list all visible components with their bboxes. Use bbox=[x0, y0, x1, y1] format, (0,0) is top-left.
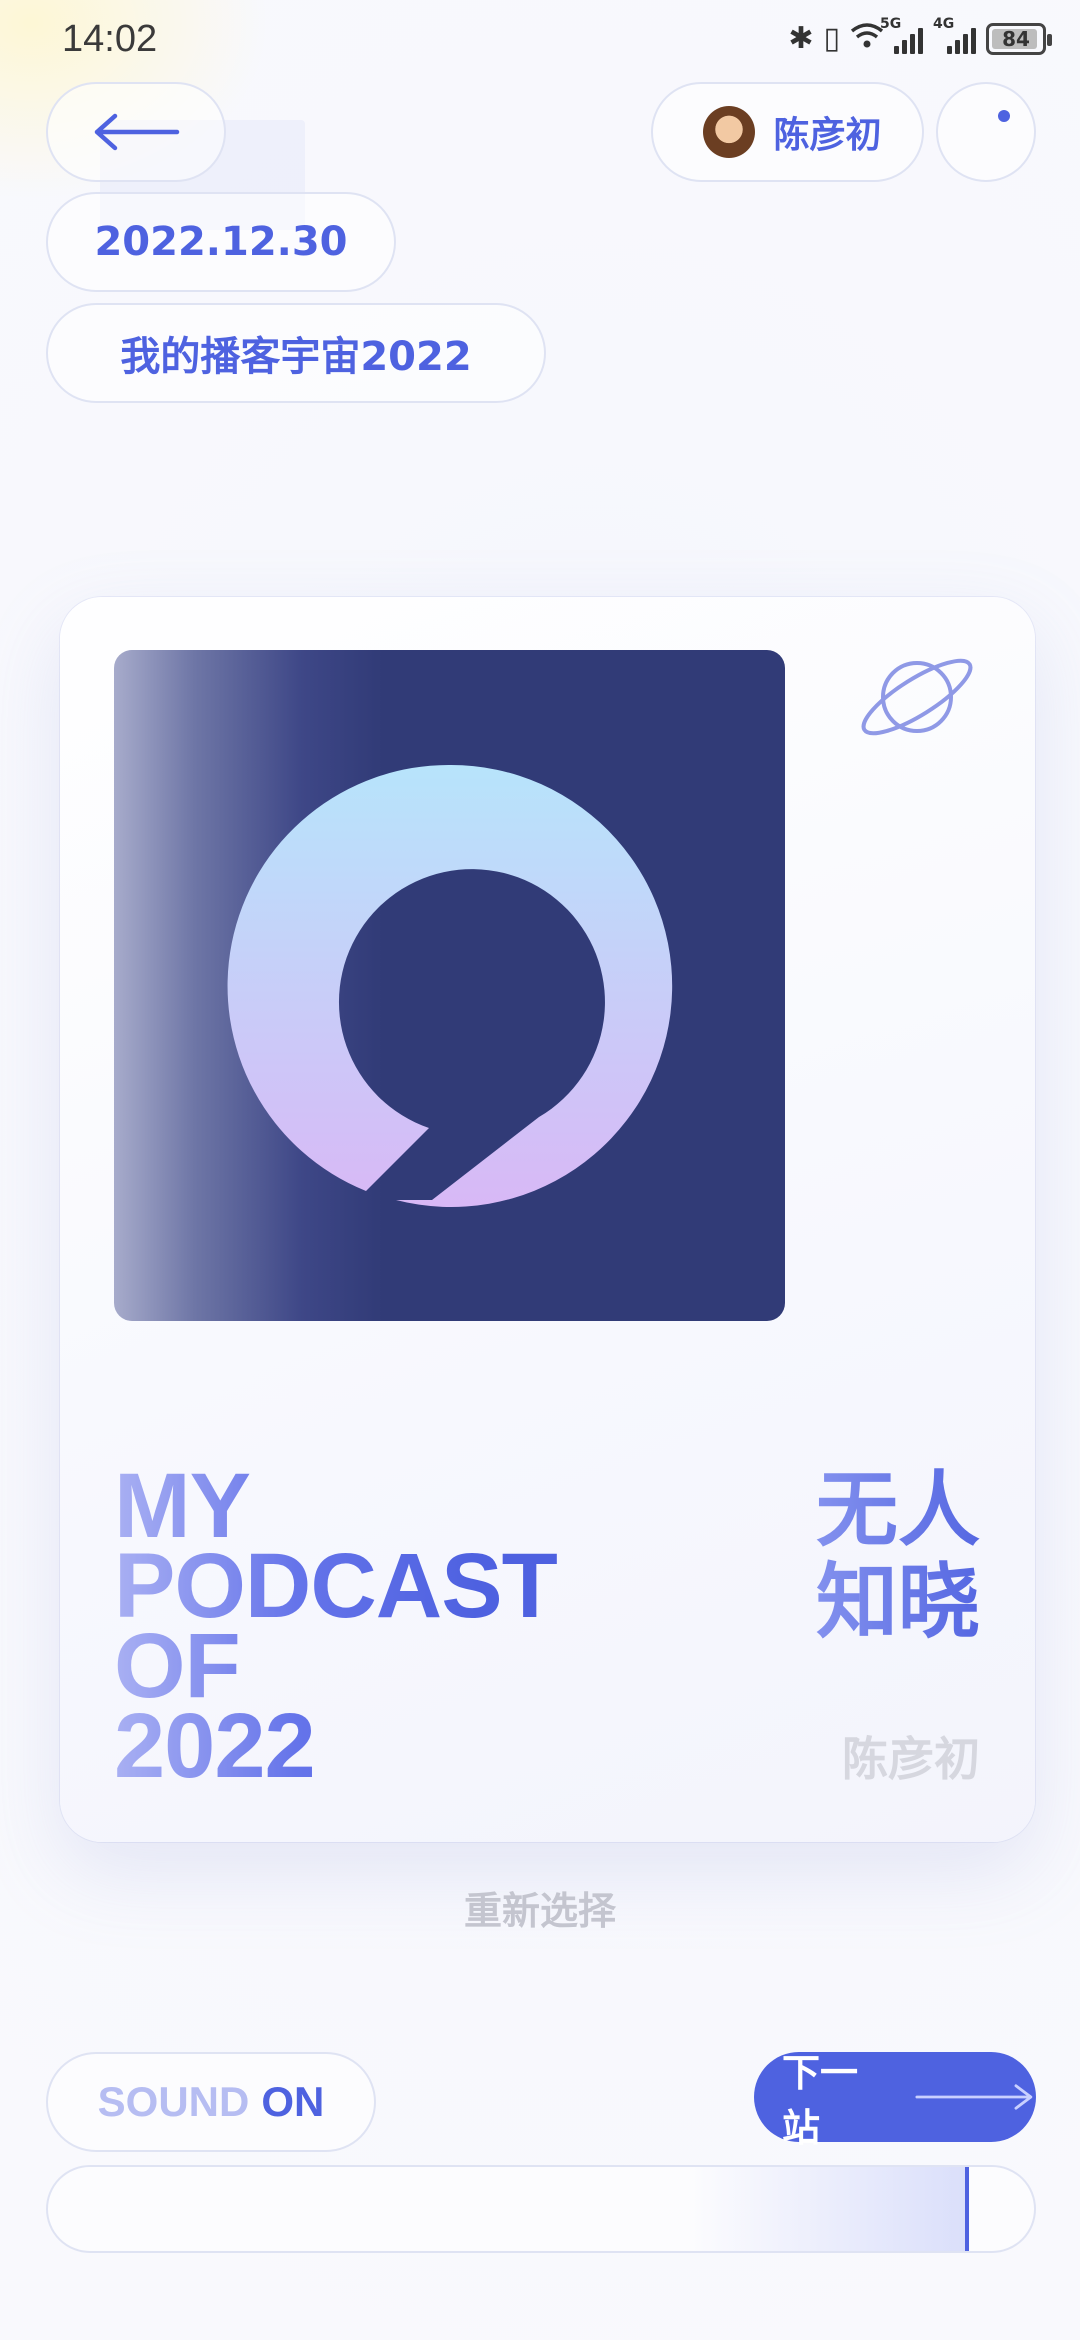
user-profile-pill[interactable]: 陈彦初 bbox=[651, 82, 924, 182]
more-button[interactable] bbox=[936, 82, 1036, 182]
card-title-line: PODCAST bbox=[114, 1540, 634, 1632]
status-icons: ✱ ▯ 5G 4G 84 bbox=[788, 16, 1052, 60]
next-label: 下一站 bbox=[782, 2051, 859, 2150]
card-title-en: MY PODCAST OF 2022 bbox=[114, 1460, 634, 1792]
date-badge: 2022.12.30 bbox=[46, 192, 396, 292]
vibrate-icon: ▯ bbox=[823, 21, 840, 56]
avatar bbox=[703, 106, 756, 158]
back-arrow-icon bbox=[94, 113, 180, 151]
battery-icon: 84 bbox=[986, 23, 1052, 55]
card-title-line: MY bbox=[114, 1460, 634, 1552]
card-title-line: 2022 bbox=[114, 1700, 634, 1792]
progress-bar[interactable] bbox=[46, 2165, 1036, 2253]
status-time: 14:02 bbox=[62, 18, 158, 60]
podcast-logo-icon bbox=[227, 764, 673, 1207]
signal-5g-icon: 5G bbox=[880, 16, 923, 54]
progress-fill bbox=[48, 2167, 965, 2251]
wifi-icon bbox=[850, 22, 884, 56]
podcast-name-line: 无人 bbox=[815, 1463, 980, 1558]
arrow-right-icon bbox=[914, 2084, 1032, 2110]
status-bar: 14:02 ✱ ▯ 5G 4G 84 bbox=[0, 0, 1080, 80]
sound-state: ON bbox=[261, 2078, 325, 2125]
reselect-button[interactable]: 重新选择 bbox=[0, 1880, 1080, 1935]
signal-4g-icon: 4G bbox=[933, 16, 976, 54]
card-author: 陈彦初 bbox=[842, 1732, 980, 1786]
page-title: 我的播客宇宙2022 bbox=[46, 303, 546, 403]
battery-level: 84 bbox=[1002, 27, 1030, 51]
back-button[interactable] bbox=[46, 82, 226, 182]
more-dot-icon bbox=[998, 110, 1010, 122]
planet-icon bbox=[861, 658, 973, 736]
podcast-name: 无人 知晓 bbox=[816, 1465, 980, 1649]
podcast-cover[interactable] bbox=[114, 650, 785, 1321]
progress-handle[interactable] bbox=[965, 2167, 969, 2251]
sound-label: SOUND bbox=[97, 2078, 250, 2125]
bluetooth-icon: ✱ bbox=[788, 21, 814, 56]
sound-toggle[interactable]: SOUND ON bbox=[46, 2052, 376, 2152]
card-title-line: OF bbox=[114, 1620, 634, 1712]
podcast-name-line: 知晓 bbox=[815, 1555, 980, 1650]
next-button[interactable]: 下一站 bbox=[754, 2051, 1036, 2150]
user-name: 陈彦初 bbox=[773, 115, 882, 156]
